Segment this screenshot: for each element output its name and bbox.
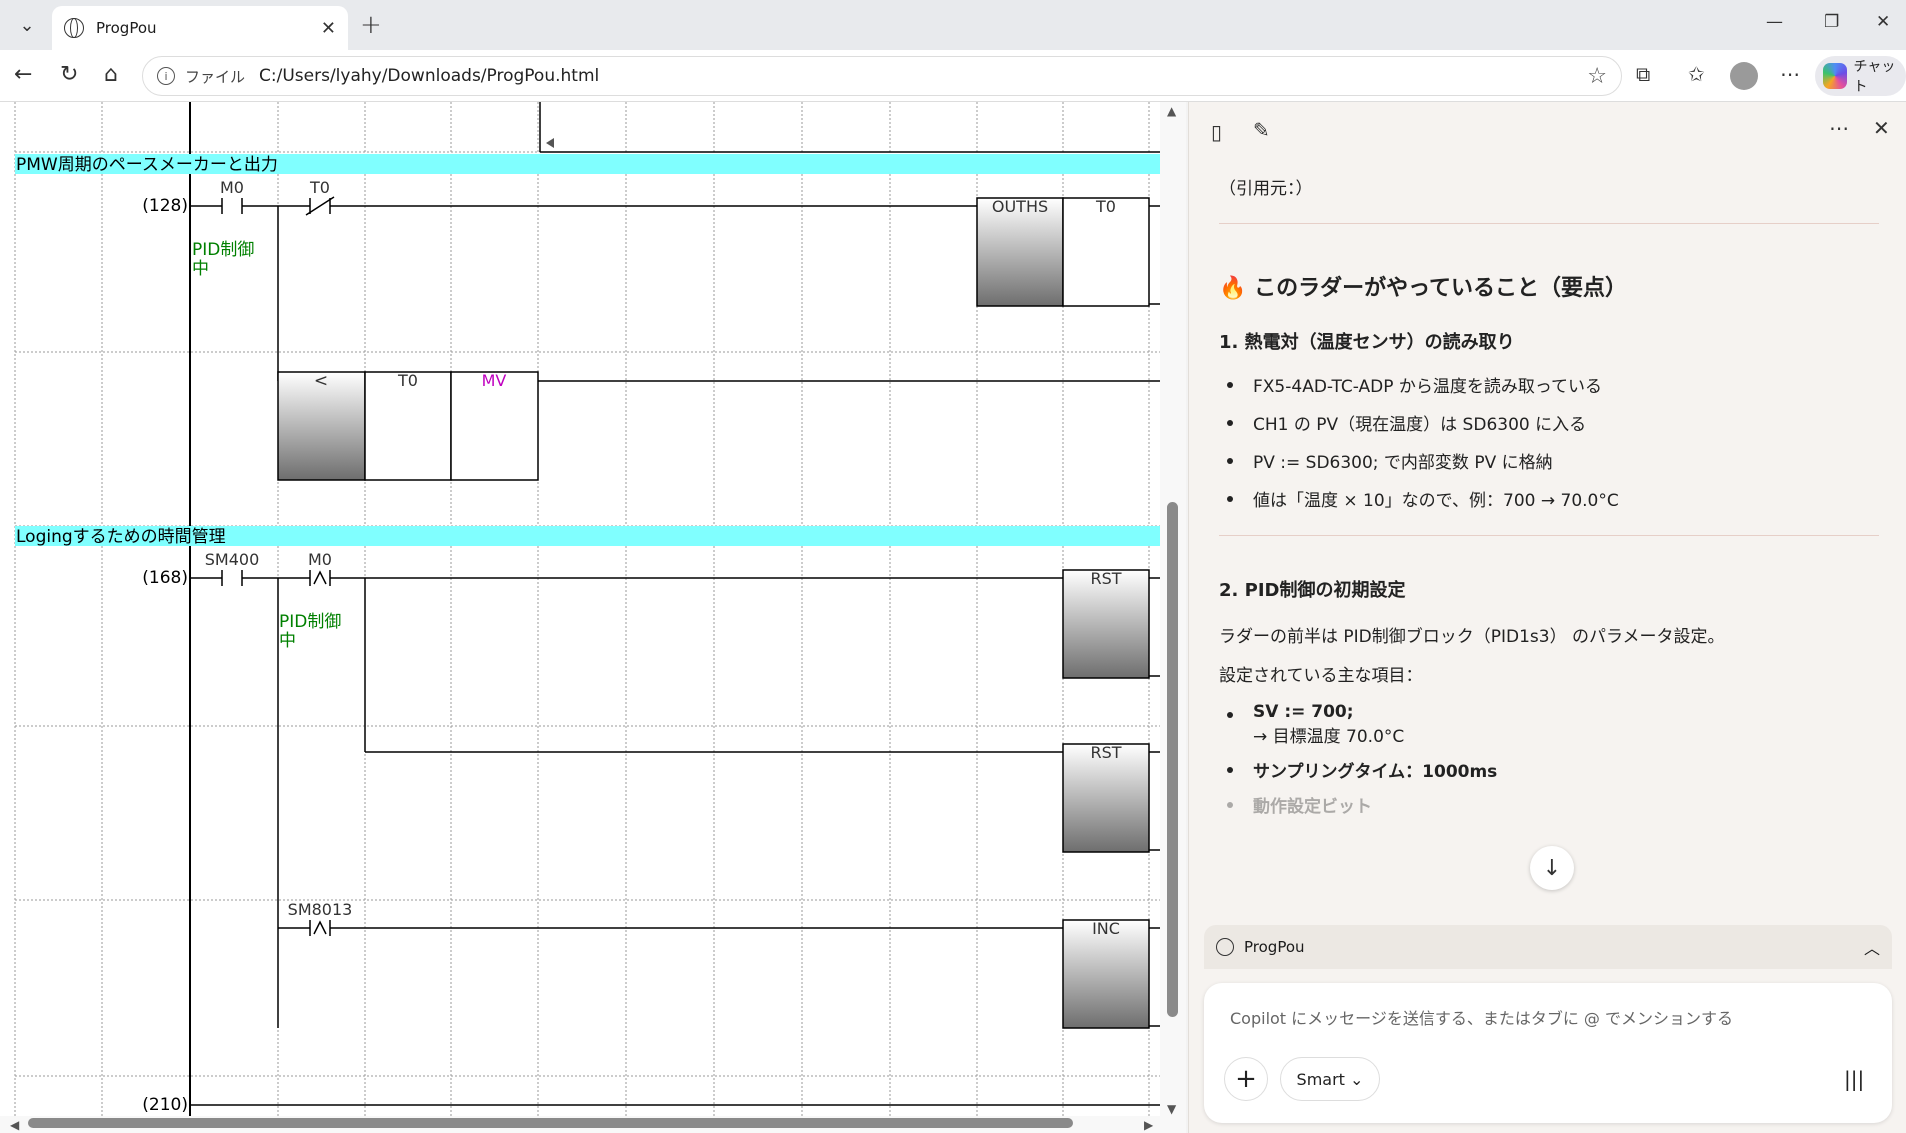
- extensions-puzzle-icon[interactable]: ⧉: [1636, 62, 1650, 86]
- globe-icon: [64, 18, 84, 38]
- favorite-star-icon[interactable]: ☆: [1587, 64, 1607, 89]
- step-number-168: (168): [142, 568, 188, 588]
- info-icon[interactable]: i: [157, 67, 175, 85]
- url-scheme: ファイル: [185, 67, 246, 86]
- chat-input-placeholder[interactable]: Copilot にメッセージを送信する、またはタブに @ でメンションする: [1230, 1005, 1733, 1029]
- list-item-fading: 動作設定ビット: [1219, 792, 1879, 817]
- comment-pid-1a: PID制御: [192, 240, 254, 260]
- response-heading: 🔥 このラダーがやっていること（要点）: [1219, 276, 1627, 301]
- comment-pid-1b: 中: [192, 259, 209, 279]
- list-item: FX5-4AD-TC-ADP から温度を読み取っている: [1219, 372, 1879, 397]
- svg-text:▶: ▶: [1144, 1118, 1154, 1132]
- ouths-label: OUTHS: [992, 197, 1048, 216]
- rst-label-1: RST: [1090, 569, 1121, 588]
- fire-icon: 🔥: [1219, 276, 1247, 301]
- copilot-chat-button[interactable]: チャット: [1815, 56, 1906, 96]
- rst-label-2: RST: [1090, 743, 1121, 762]
- chevron-up-icon[interactable]: ︿: [1864, 935, 1880, 959]
- horizontal-scroll-thumb[interactable]: [28, 1118, 1073, 1128]
- ouths-arg: T0: [1095, 197, 1116, 216]
- vertical-scrollbar[interactable]: ▲ ▼: [1160, 102, 1186, 1133]
- home-icon[interactable]: ⌂: [104, 62, 118, 87]
- inc-label: INC: [1092, 919, 1120, 938]
- window-close-icon[interactable]: ✕: [1876, 12, 1890, 32]
- panel-close-icon[interactable]: ✕: [1873, 116, 1890, 140]
- tab-list-chevron-down-icon[interactable]: ⌄: [8, 7, 46, 43]
- context-tab-label: ProgPou: [1244, 938, 1305, 956]
- scroll-up-icon[interactable]: ▲: [1167, 104, 1176, 118]
- citation-text: （引用元：）: [1219, 179, 1313, 199]
- more-menu-icon[interactable]: ⋯: [1780, 62, 1800, 86]
- compare-op: <: [314, 371, 328, 391]
- chat-input-box[interactable]: Copilot にメッセージを送信する、またはタブに @ でメンションする + …: [1204, 983, 1892, 1123]
- ladder-diagram-view[interactable]: PMW周期のペースメーカーと出力 (128) M0 T0 PID制御 中 OUT…: [0, 102, 1186, 1133]
- copilot-panel: ▯ ✎ ⋯ ✕ （引用元：） 🔥 このラダーがやっていること（要点） 1. 熱電…: [1188, 102, 1906, 1133]
- comment-pid-2a: PID制御: [279, 612, 341, 632]
- list-item: CH1 の PV（現在温度）は SD6300 に入る: [1219, 410, 1879, 435]
- minimize-icon[interactable]: —: [1766, 12, 1783, 32]
- contact-label-t0: T0: [309, 178, 330, 197]
- globe-icon: [1216, 938, 1234, 956]
- scroll-to-bottom-arrow-icon[interactable]: ↓: [1530, 846, 1574, 890]
- tab-bar: ⌄ ProgPou ✕ + — ❐ ✕: [0, 0, 1906, 50]
- profile-avatar[interactable]: [1730, 62, 1758, 90]
- list-item-sv: SV := 700;: [1219, 702, 1879, 722]
- omnibox[interactable]: i ファイル C:/Users/lyahy/Downloads/ProgPou.…: [142, 56, 1622, 96]
- contact-label-sm8013: SM8013: [288, 900, 353, 919]
- sidebar-toggle-icon[interactable]: ▯: [1211, 120, 1222, 144]
- tab-title: ProgPou: [96, 19, 157, 37]
- section-1-title: 1. 熱電対（温度センサ）の読み取り: [1219, 332, 1515, 353]
- list-item-sv-note: → 目標温度 70.0°C: [1253, 727, 1405, 747]
- contact-label-m0: M0: [220, 178, 244, 197]
- browser-tab[interactable]: ProgPou ✕: [52, 6, 348, 50]
- chevron-down-icon: ⌄: [1350, 1069, 1364, 1089]
- reload-icon[interactable]: ↻: [60, 62, 78, 87]
- rising-edge-arrow-2: [313, 920, 327, 935]
- address-bar-row: ← ↻ ⌂ i ファイル C:/Users/lyahy/Downloads/Pr…: [0, 50, 1906, 102]
- tab-context-bar[interactable]: ProgPou ︿: [1204, 925, 1892, 969]
- divider-2: [1219, 535, 1879, 536]
- contact-label-sm400: SM400: [205, 550, 260, 569]
- list-item-sampling: サンプリングタイム：1000ms: [1219, 757, 1879, 782]
- section-1-list: FX5-4AD-TC-ADP から温度を読み取っている CH1 の PV（現在温…: [1219, 372, 1879, 511]
- copilot-logo-icon: [1823, 63, 1848, 89]
- restore-icon[interactable]: ❐: [1824, 12, 1839, 32]
- add-attachment-plus-icon[interactable]: +: [1224, 1057, 1268, 1101]
- comment-pid-2b: 中: [279, 631, 296, 651]
- step-number-210: (210): [142, 1095, 188, 1115]
- mode-selector[interactable]: Smart ⌄: [1280, 1057, 1380, 1101]
- svg-text:◀: ◀: [10, 1118, 20, 1132]
- new-tab-plus-icon[interactable]: +: [360, 10, 382, 40]
- close-tab-icon[interactable]: ✕: [321, 18, 336, 39]
- scroll-left-marker: [546, 138, 554, 148]
- favorites-icon[interactable]: ✩: [1688, 62, 1705, 86]
- scroll-down-icon[interactable]: ▼: [1167, 1102, 1176, 1116]
- list-item: PV := SD6300; で内部変数 PV に格納: [1219, 448, 1879, 473]
- mode-label: Smart: [1296, 1069, 1345, 1089]
- compare-arg1: T0: [397, 371, 418, 390]
- section-title-2: Logingするための時間管理: [16, 527, 226, 547]
- list-item: 値は「温度 × 10」なので、例：700 → 70.0°C: [1219, 486, 1879, 511]
- ladder-svg: PMW周期のペースメーカーと出力 (128) M0 T0 PID制御 中 OUT…: [0, 102, 1160, 1133]
- panel-more-icon[interactable]: ⋯: [1829, 116, 1849, 140]
- section-2-title: 2. PID制御の初期設定: [1219, 580, 1406, 601]
- vertical-scroll-thumb[interactable]: [1167, 502, 1178, 1017]
- section-2-sub: 設定されている主な項目：: [1219, 666, 1423, 686]
- back-arrow-icon[interactable]: ←: [14, 62, 32, 87]
- compare-arg2: MV: [482, 371, 507, 390]
- step-number-128: (128): [142, 196, 188, 216]
- divider-1: [1219, 223, 1879, 224]
- contact-label-m0-2: M0: [308, 550, 332, 569]
- section-2-intro: ラダーの前半は PID制御ブロック（PID1s3） のパラメータ設定。: [1219, 627, 1725, 647]
- new-chat-edit-icon[interactable]: ✎: [1253, 118, 1270, 142]
- section-title-1: PMW周期のペースメーカーと出力: [16, 155, 278, 175]
- rising-edge-arrow-1: [313, 570, 327, 585]
- url-text[interactable]: C:/Users/lyahy/Downloads/ProgPou.html: [259, 66, 1587, 86]
- voice-input-icon[interactable]: |||: [1844, 1067, 1864, 1091]
- chat-button-label: チャット: [1853, 59, 1896, 95]
